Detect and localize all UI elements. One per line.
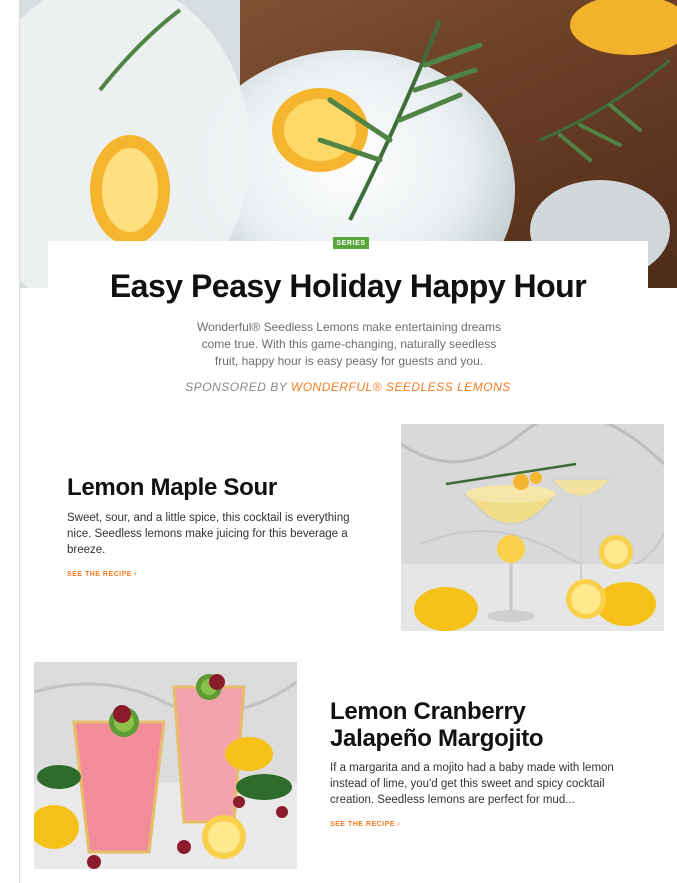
see-recipe-link[interactable]: SEE THE RECIPE ›	[67, 571, 137, 578]
sponsor-prefix: SPONSORED BY	[185, 380, 291, 394]
recipe-photo-margojito[interactable]	[34, 662, 297, 869]
page-description: Wonderful® Seedless Lemons make entertai…	[196, 320, 502, 368]
sponsor-brand-link[interactable]: WONDERFUL® SEEDLESS LEMONS	[291, 380, 511, 394]
recipe-description: Sweet, sour, and a little spice, this co…	[67, 512, 350, 556]
recipe-description: If a margarita and a mojito had a baby m…	[330, 762, 614, 806]
sponsor-line: SPONSORED BY WONDERFUL® SEEDLESS LEMONS	[48, 380, 648, 394]
see-recipe-link[interactable]: SEE THE RECIPE ›	[330, 821, 400, 828]
series-badge[interactable]: SERIES	[333, 237, 369, 249]
recipe-title[interactable]: Lemon Maple Sour	[67, 474, 367, 501]
recipe-title[interactable]: Lemon Cranberry Jalapeño Margojito	[330, 698, 630, 752]
recipe-photo-lemon-maple-sour[interactable]	[401, 424, 664, 631]
page-title: Easy Peasy Holiday Happy Hour	[109, 268, 587, 304]
